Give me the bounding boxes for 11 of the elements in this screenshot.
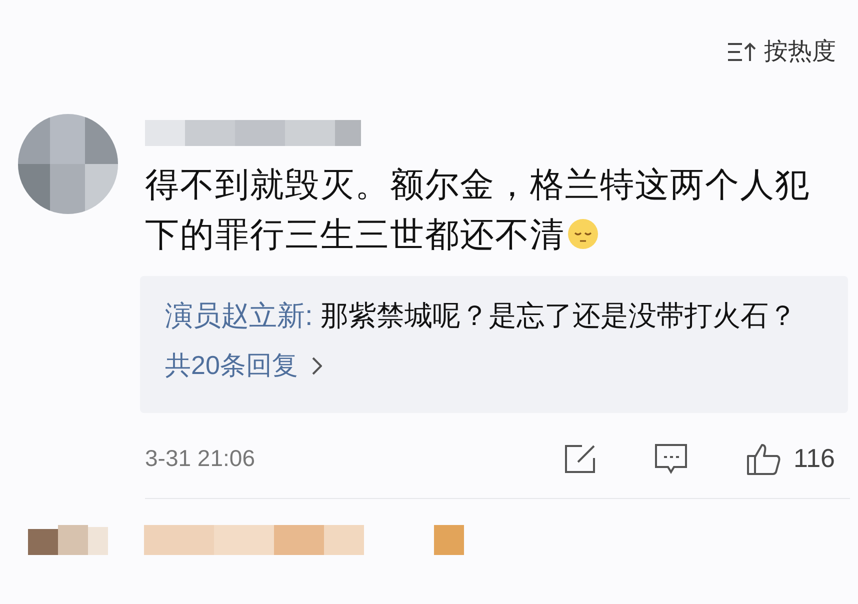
more-replies-link[interactable]: 共20条回复 [165, 346, 298, 385]
sleepy-face-icon [567, 218, 599, 250]
comment-icon[interactable] [654, 442, 688, 474]
chevron-right-icon [312, 356, 322, 374]
like-count: 116 [794, 442, 835, 475]
comment-text: 得不到就毁灭。额尔金，格兰特这两个人犯下的罪行三生三世都还不清 [145, 165, 811, 256]
thumbs-up-icon[interactable] [746, 442, 782, 476]
reply-text: 演员赵立新: 那紫禁城呢？是忘了还是没带打火石？ [165, 299, 798, 333]
sort-label[interactable]: 按热度 [764, 34, 836, 70]
share-icon[interactable] [564, 444, 596, 474]
comment-time: 3-31 21:06 [145, 444, 255, 474]
